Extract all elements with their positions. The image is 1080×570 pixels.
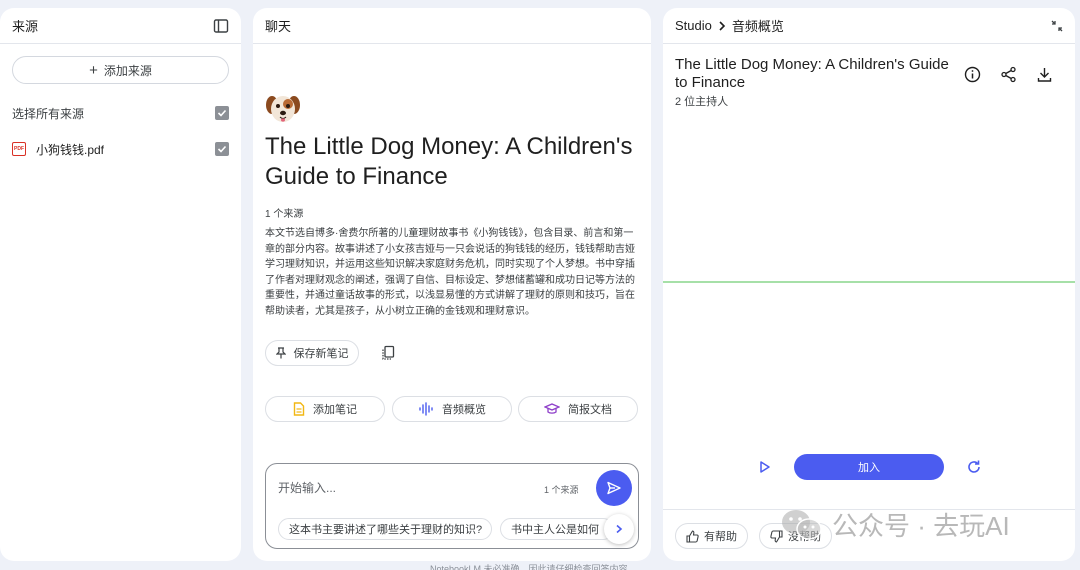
source-checkbox[interactable] (215, 142, 229, 156)
breadcrumb-studio[interactable]: Studio (675, 18, 712, 33)
add-source-label: 添加来源 (103, 63, 152, 78)
wechat-icon (782, 509, 822, 540)
suggestion-chip[interactable]: 书中主人公是如何 (500, 518, 614, 540)
audio-overview-label: 音频概览 (442, 404, 486, 416)
chat-title: 聊天 (265, 19, 292, 34)
studio-panel: Studio 音频概览 The Little Dog Money: A Chil… (663, 8, 1075, 561)
chevron-right-icon (719, 20, 726, 31)
chat-input-box: 1 个来源 这本书主要讲述了哪些关于理财的知识? 书中主人公是如何 (265, 463, 639, 549)
select-all-row: 选择所有来源 (0, 103, 241, 123)
helpful-button[interactable]: 有帮助 (675, 523, 748, 549)
sources-panel: 来源 + 添加来源 选择所有来源 PDF 小狗钱钱.pdf (0, 8, 241, 561)
join-button[interactable]: 加入 (794, 454, 944, 480)
plus-icon: + (89, 61, 98, 79)
breadcrumb-current: 音频概览 (731, 19, 784, 34)
add-note-label: 添加笔记 (313, 404, 357, 416)
note-icon (293, 402, 305, 416)
graduation-cap-icon (544, 403, 560, 414)
source-file-name: 小狗钱钱.pdf (36, 142, 105, 157)
disclaimer-footer: NotebookLM 未必准确，因此请仔细检查回答内容。 (430, 564, 637, 570)
briefing-doc-label: 简报文档 (568, 404, 612, 416)
wechat-watermark: 公众号 · 去玩AI (780, 506, 1010, 543)
info-icon[interactable] (964, 66, 981, 83)
input-source-count: 1 个来源 (544, 485, 579, 495)
select-all-label: 选择所有来源 (12, 106, 85, 121)
sources-title: 来源 (12, 19, 39, 34)
next-suggestions-button[interactable] (604, 514, 634, 544)
suggestion-chip[interactable]: 这本书主要讲述了哪些关于理财的知识? (278, 518, 492, 540)
chat-panel: 聊天 The Little Dog Money: A Children's Gu… (253, 8, 651, 561)
sources-header: 来源 (0, 8, 241, 44)
audio-title: The Little Dog Money: A Children's Guide… (675, 56, 949, 91)
save-note-label: 保存新笔记 (293, 348, 349, 360)
collapse-panel-icon[interactable] (213, 18, 229, 34)
add-note-button[interactable]: 添加笔记 (265, 396, 385, 422)
thumbs-up-icon (686, 529, 699, 543)
save-note-button[interactable]: 保存新笔记 (265, 340, 359, 366)
send-button[interactable] (596, 470, 632, 506)
source-count: 1 个来源 (265, 209, 304, 220)
pdf-icon: PDF (12, 142, 26, 156)
download-icon[interactable] (1036, 66, 1053, 83)
watermark-text: 公众号 · 去玩AI (832, 511, 1010, 541)
dog-emoji-icon (266, 96, 300, 122)
select-all-checkbox[interactable] (215, 106, 229, 120)
studio-header: Studio 音频概览 (663, 8, 1075, 44)
add-source-button[interactable]: + 添加来源 (12, 56, 229, 84)
hosts-count: 2 位主持人 (675, 96, 729, 108)
send-icon (607, 481, 621, 495)
play-icon[interactable] (757, 459, 773, 475)
audio-overview-button[interactable]: 音频概览 (392, 396, 512, 422)
chat-input[interactable] (278, 478, 518, 498)
briefing-doc-button[interactable]: 简报文档 (518, 396, 638, 422)
notebook-summary: 本文节选自博多·舍费尔所著的儿童理财故事书《小狗钱钱》，包含目录、前言和第一章的… (265, 228, 635, 317)
refresh-icon[interactable] (966, 459, 982, 475)
notebook-title: The Little Dog Money: A Children's Guide… (265, 133, 633, 190)
chevron-right-icon (616, 524, 623, 534)
chat-header: 聊天 (253, 8, 651, 44)
copy-icon[interactable] (380, 345, 396, 361)
audio-waveform (663, 281, 1075, 283)
collapse-icon[interactable] (1051, 20, 1063, 32)
share-icon[interactable] (1000, 66, 1017, 83)
source-item[interactable]: PDF 小狗钱钱.pdf (0, 139, 241, 159)
breadcrumb: Studio 音频概览 (675, 16, 784, 35)
audio-wave-icon (419, 402, 433, 416)
helpful-label: 有帮助 (704, 531, 737, 543)
pin-icon (275, 347, 286, 359)
